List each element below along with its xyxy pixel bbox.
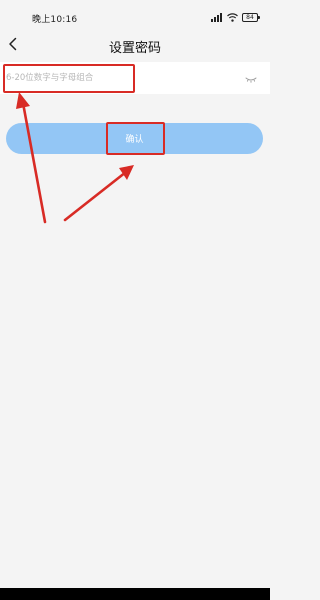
confirm-button[interactable]: 确认 [6, 123, 263, 154]
confirm-button-label: 确认 [125, 135, 144, 145]
status-icons: 84 [211, 12, 260, 22]
page-title: 设置密码 [108, 41, 161, 56]
signal-icon [211, 12, 223, 22]
status-bar: 晚上10:16 84 [0, 0, 270, 30]
arrow-to-input [16, 92, 47, 224]
battery-icon: 84 [242, 12, 260, 22]
system-navigation-bar [0, 588, 270, 600]
arrow-to-button [63, 165, 134, 222]
status-time: 晚上10:16 [32, 15, 78, 25]
password-input-row [0, 62, 270, 94]
password-visibility-toggle[interactable] [244, 72, 258, 84]
nav-bar: 设置密码 [0, 30, 270, 60]
wifi-icon [227, 12, 238, 22]
eye-closed-icon [245, 69, 257, 88]
password-input[interactable] [6, 66, 226, 90]
